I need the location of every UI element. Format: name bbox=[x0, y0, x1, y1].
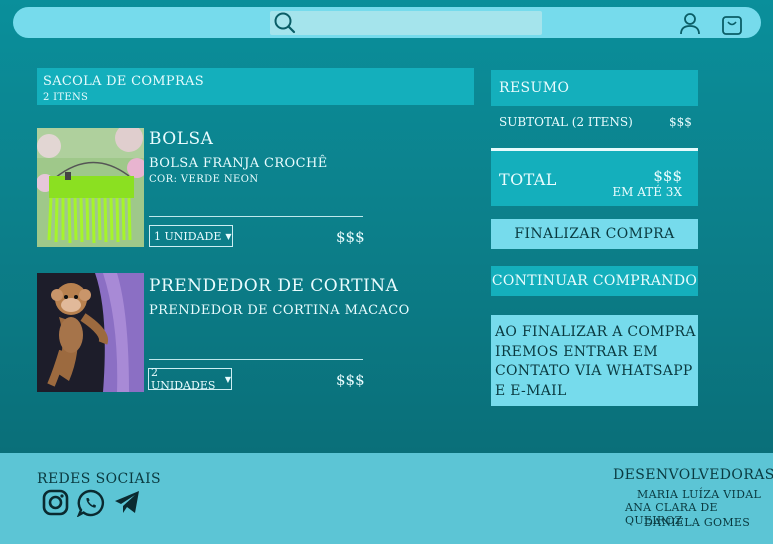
item-description: PRENDEDOR DE CORTINA MACACO bbox=[149, 303, 410, 318]
total-label: TOTAL bbox=[499, 170, 557, 189]
telegram-icon[interactable] bbox=[113, 489, 141, 521]
search-icon[interactable] bbox=[273, 11, 297, 39]
summary-title: RESUMO bbox=[499, 80, 570, 96]
item-price: $$$ bbox=[336, 371, 365, 389]
quantity-value: 1 UNIDADE bbox=[154, 229, 222, 243]
social-icons bbox=[42, 489, 141, 521]
product-image-prendedor[interactable] bbox=[37, 273, 144, 392]
social-title: REDES SOCIAIS bbox=[37, 471, 161, 487]
subtotal-value: $$$ bbox=[669, 115, 692, 129]
search-input[interactable] bbox=[296, 11, 542, 35]
installments-text: EM ATÉ 3X bbox=[612, 185, 682, 199]
quantity-select[interactable]: 2 UNIDADES ▼ bbox=[148, 366, 232, 392]
item-divider bbox=[149, 359, 363, 360]
total-box: TOTAL $$$ EM ATÉ 3X bbox=[491, 148, 698, 206]
cart-item-count: 2 ITENS bbox=[43, 92, 89, 103]
checkout-notice: AO FINALIZAR A COMPRA IREMOS ENTRAR EM C… bbox=[491, 315, 698, 406]
summary-header: RESUMO bbox=[491, 70, 698, 106]
quantity-value: 2 UNIDADES bbox=[151, 366, 216, 392]
cart-header: SACOLA DE COMPRAS 2 ITENS bbox=[37, 68, 474, 105]
subtotal-label: SUBTOTAL (2 ITENS) bbox=[499, 115, 633, 129]
chevron-down-icon: ▼ bbox=[225, 231, 232, 241]
finalize-purchase-button[interactable]: FINALIZAR COMPRA bbox=[491, 219, 698, 249]
item-name[interactable]: PRENDEDOR DE CORTINA bbox=[149, 276, 398, 296]
instagram-icon[interactable] bbox=[42, 489, 69, 521]
user-account-icon[interactable] bbox=[679, 12, 701, 40]
developers-title: DESENVOLVEDORAS bbox=[613, 467, 773, 483]
quantity-select[interactable]: 1 UNIDADE ▼ bbox=[149, 225, 233, 247]
cart-title: SACOLA DE COMPRAS bbox=[43, 74, 204, 89]
chevron-down-icon: ▼ bbox=[224, 374, 231, 384]
item-divider bbox=[149, 216, 363, 217]
whatsapp-icon[interactable] bbox=[76, 489, 105, 521]
shopping-bag-icon[interactable] bbox=[721, 12, 743, 40]
developer-name: DANIELA GOMES bbox=[644, 516, 751, 529]
total-value: $$$ bbox=[653, 167, 682, 185]
item-price: $$$ bbox=[336, 228, 365, 246]
item-name[interactable]: BOLSA bbox=[149, 129, 213, 149]
product-image-bolsa[interactable] bbox=[37, 128, 144, 247]
continue-shopping-button[interactable]: CONTINUAR COMPRANDO bbox=[491, 266, 698, 296]
developer-name: MARIA LUÍZA VIDAL bbox=[637, 488, 762, 501]
item-color: COR: VERDE NEON bbox=[149, 174, 259, 185]
footer: REDES SOCIAIS DESENVOLVEDORAS MARIA LUÍZ… bbox=[0, 453, 773, 544]
item-description: BOLSA FRANJA CROCHÊ bbox=[149, 156, 328, 171]
